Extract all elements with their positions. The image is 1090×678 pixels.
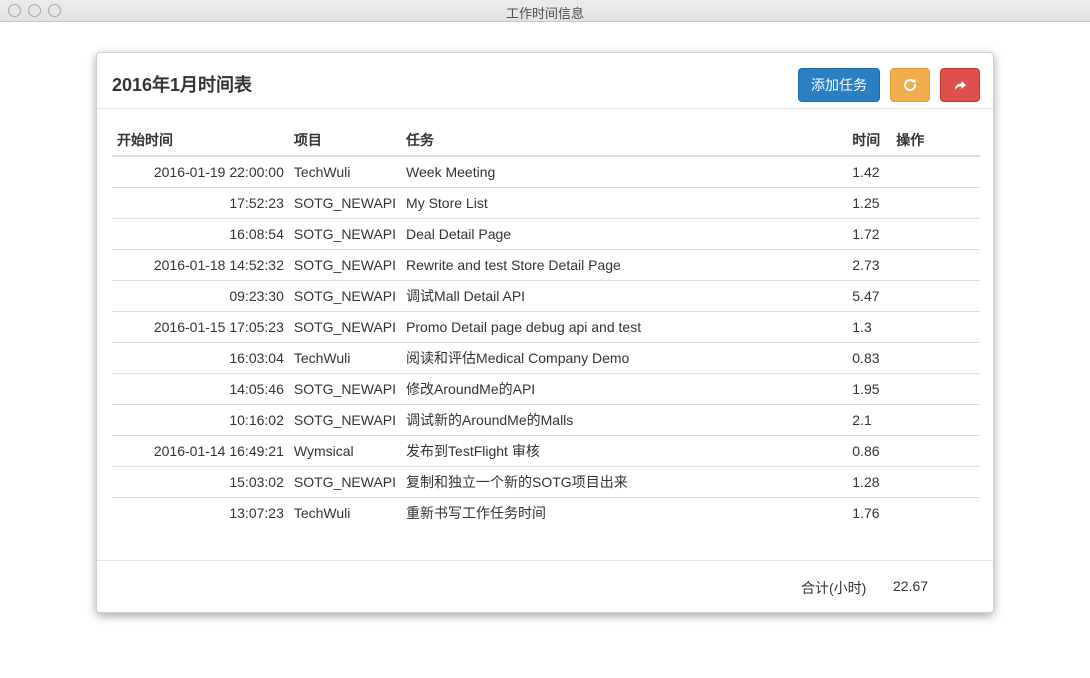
start-time-cell: 2016-01-18 14:52:32 [112,249,289,281]
add-task-label: 添加任务 [811,77,867,93]
panel-title: 2016年1月时间表 [112,75,253,95]
hours-cell: 0.83 [847,342,892,374]
project-cell: SOTG_NEWAPI [288,249,402,281]
panel-header: 2016年1月时间表 添加任务 [97,53,993,109]
actions-cell [891,311,980,343]
project-cell: TechWuli [288,342,402,374]
table-row[interactable]: 13:07:23 TechWuli 重新书写工作任务时间 1.76 [112,497,980,528]
start-time-cell: 2016-01-14 16:49:21 [112,435,289,467]
column-header-task: 任务 [401,124,848,157]
hours-cell: 0.86 [847,435,892,467]
table-row[interactable]: 16:08:54 SOTG_NEWAPI Deal Detail Page 1.72 [112,218,980,250]
share-icon [955,81,966,90]
task-cell: Week Meeting [401,156,848,188]
start-time-cell: 16:03:04 [112,342,289,374]
task-cell: Rewrite and test Store Detail Page [401,249,848,281]
project-cell: SOTG_NEWAPI [288,311,402,343]
add-task-button[interactable]: 添加任务 [798,68,880,102]
project-cell: SOTG_NEWAPI [288,218,402,250]
task-table: 开始时间 项目 任务 时间 操作 2016-01-19 22:00:00 Tech… [112,124,980,528]
hours-cell: 2.1 [847,404,892,436]
refresh-icon [904,79,917,92]
timesheet-panel: 2016年1月时间表 添加任务 开始时间 项目 任务 时间 操作 2016-01… [96,52,994,613]
start-time-cell: 2016-01-19 22:00:00 [112,156,289,188]
task-table-body: 2016-01-19 22:00:00 TechWuli Week Meeting 1… [112,156,980,528]
table-row[interactable]: 17:52:23 SOTG_NEWAPI My Store List 1.25 [112,187,980,219]
table-row[interactable]: 2016-01-19 22:00:00 TechWuli Week Meeting 1… [112,156,980,188]
task-cell: 修改AroundMe的API [401,373,848,405]
column-header-actions: 操作 [891,124,980,157]
table-row[interactable]: 2016-01-15 17:05:23 SOTG_NEWAPI Promo Deta… [112,311,980,343]
window-title: 工作时间信息 [505,6,584,21]
project-cell: TechWuli [293,504,351,521]
task-cell: 调试Mall Detail API [401,280,848,312]
project-cell: TechWuli [288,156,402,188]
task-cell: Deal Detail Page [401,218,848,250]
actions-cell [891,156,980,188]
share-button[interactable] [940,68,980,102]
actions-cell [891,435,980,467]
panel-footer: 合计(小时) 22.67 [97,560,993,612]
project-cell: SOTG_NEWAPI [288,404,402,436]
start-time-cell: 14:05:46 [112,373,289,405]
hours-cell: 1.76 [852,504,880,521]
hours-cell: 1.72 [847,218,892,250]
column-header-project: 项目 [288,124,402,157]
table-row[interactable]: 09:23:30 SOTG_NEWAPI 调试Mall Detail API 5.47 [112,280,980,312]
hours-cell: 5.47 [847,280,892,312]
column-header-start-time: 开始时间 [112,124,289,157]
task-cell: 发布到TestFlight 审核 [401,435,848,467]
start-time-cell: 13:07:23 [229,504,284,521]
project-cell: SOTG_NEWAPI [288,280,402,312]
actions-cell [891,497,980,528]
table-header-row: 开始时间 项目 任务 时间 操作 [112,124,980,157]
table-row[interactable]: 14:05:46 SOTG_NEWAPI 修改AroundMe的API 1.95 [112,373,980,405]
total-hours-label: 合计(小时) [801,580,867,596]
actions-cell [891,342,980,374]
table-row[interactable]: 2016-01-14 16:49:21 Wymsical 发布到TestFlight… [112,435,980,467]
hours-cell: 1.42 [847,156,892,188]
actions-cell [891,404,980,436]
actions-cell [891,187,980,219]
hours-cell: 2.73 [847,249,892,281]
task-cell: 重新书写工作任务时间 [406,504,547,521]
start-time-cell: 16:08:54 [112,218,289,250]
hours-cell: 1.3 [847,311,892,343]
start-time-cell: 10:16:02 [112,404,289,436]
actions-cell [891,466,980,498]
task-cell: My Store List [401,187,848,219]
actions-cell [891,373,980,405]
window-titlebar: 工作时间信息 [0,0,1090,22]
hours-cell: 1.25 [847,187,892,219]
task-cell: Promo Detail page debug api and test [401,311,848,343]
column-header-hours: 时间 [847,124,892,157]
hours-cell: 1.95 [847,373,892,405]
table-row[interactable]: 10:16:02 SOTG_NEWAPI 调试新的AroundMe的Malls 2.1 [112,404,980,436]
total-hours-value: 22.67 [893,578,929,594]
hours-cell: 1.28 [847,466,892,498]
task-cell: 调试新的AroundMe的Malls [401,404,848,436]
start-time-cell: 15:03:02 [112,466,289,498]
task-cell: 阅读和评估Medical Company Demo [401,342,848,374]
table-row[interactable]: 2016-01-18 14:52:32 SOTG_NEWAPI Rewrite an… [112,249,980,281]
actions-cell [891,280,980,312]
actions-cell [891,218,980,250]
project-cell: SOTG_NEWAPI [288,373,402,405]
project-cell: SOTG_NEWAPI [288,466,402,498]
actions-cell [891,249,980,281]
table-row[interactable]: 15:03:02 SOTG_NEWAPI 复制和独立一个新的SOTG项目出来 1.28 [112,466,980,498]
table-row[interactable]: 16:03:04 TechWuli 阅读和评估Medical Company Dem… [112,342,980,374]
project-cell: Wymsical [288,435,402,467]
start-time-cell: 17:52:23 [112,187,289,219]
project-cell: SOTG_NEWAPI [288,187,402,219]
refresh-button[interactable] [890,68,930,102]
start-time-cell: 09:23:30 [112,280,289,312]
task-cell: 复制和独立一个新的SOTG项目出来 [401,466,848,498]
start-time-cell: 2016-01-15 17:05:23 [112,311,289,343]
